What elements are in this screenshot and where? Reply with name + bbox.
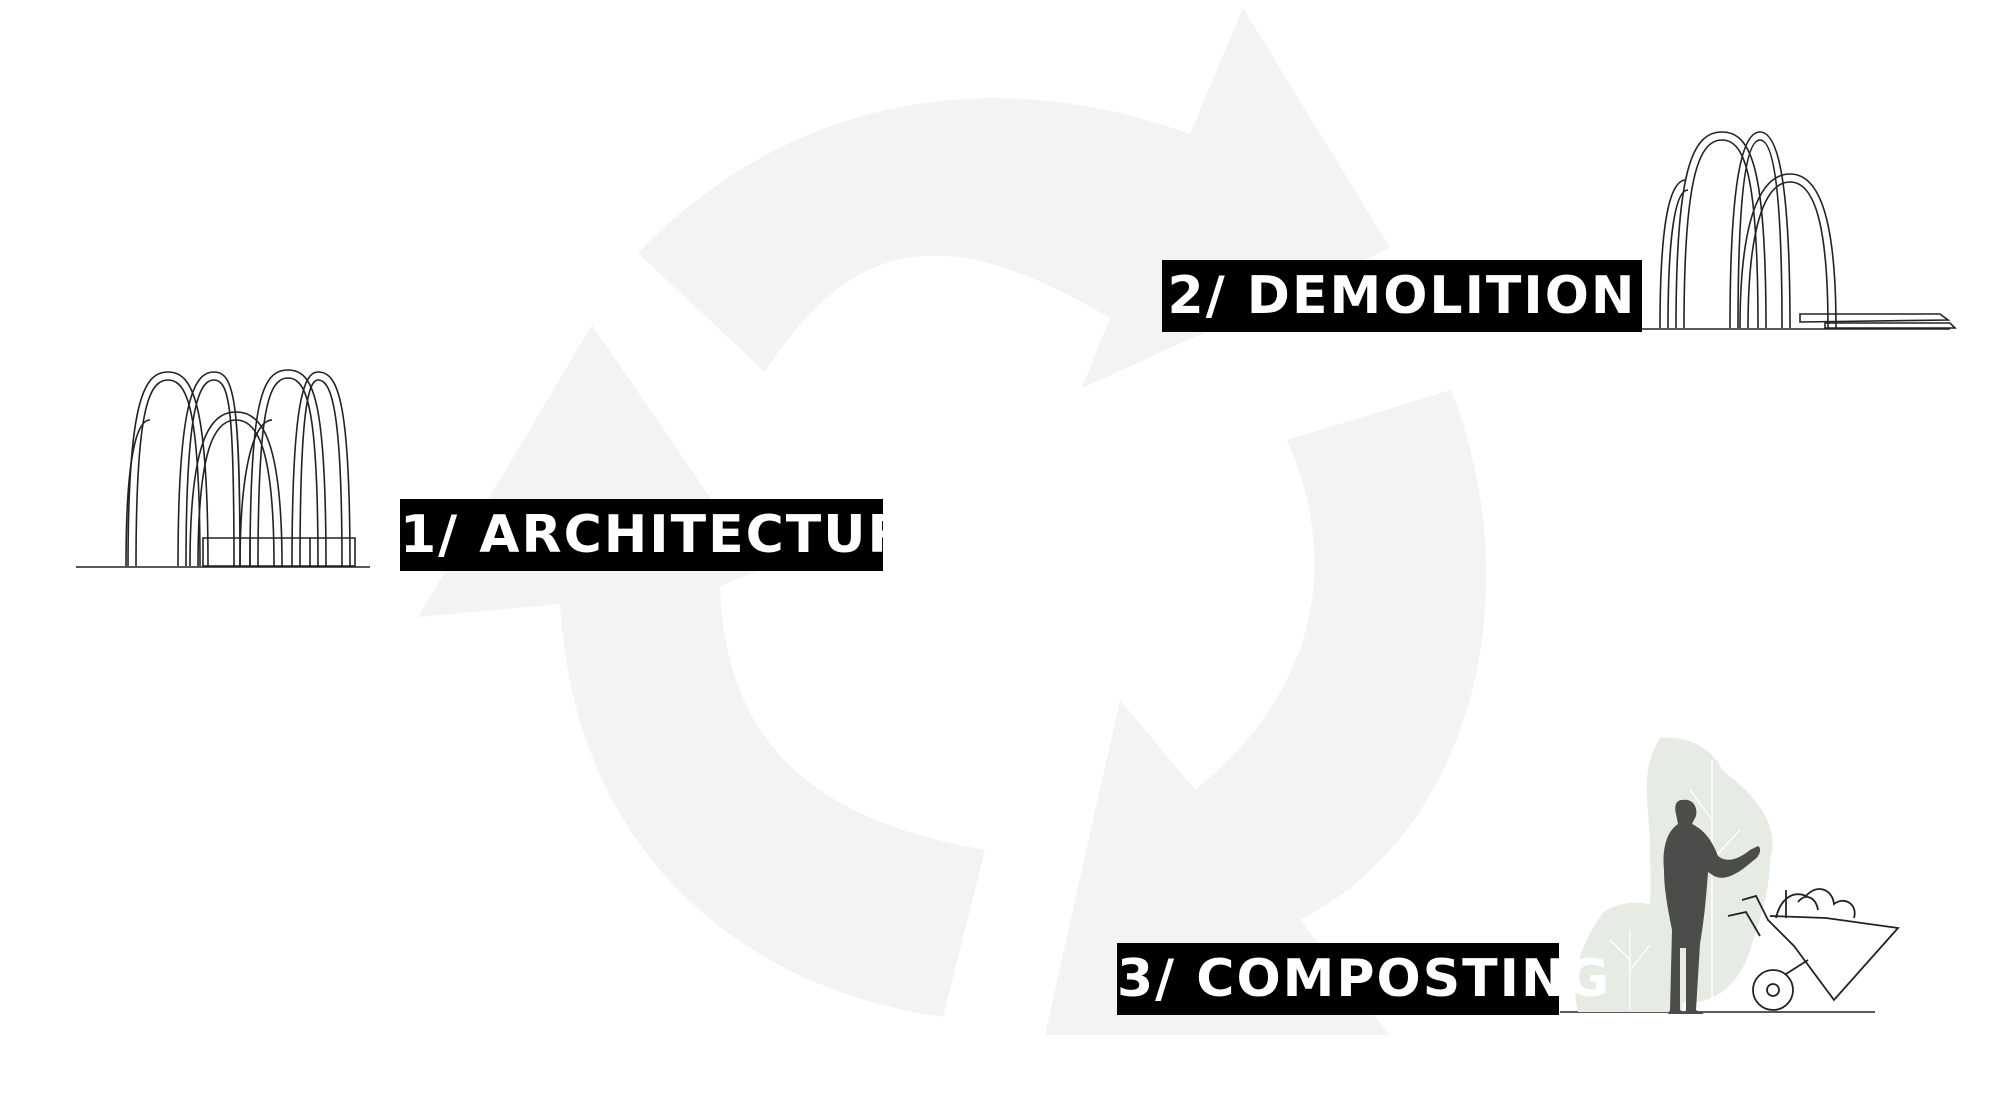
cycle-diagram — [76, 8, 1957, 1035]
dismantled-arches-icon — [1638, 131, 1957, 330]
arrow-composting-to-architecture — [418, 325, 985, 1017]
step-label-demolition: 2/ DEMOLITION — [1162, 260, 1642, 332]
arrow-demolition-to-composting — [1045, 390, 1487, 1035]
step-label-architecture: 1/ ARCHITECTURE — [400, 499, 945, 571]
step-label-composting: 3/ COMPOSTING — [1117, 943, 1609, 1015]
arched-pavilion-icon — [76, 369, 370, 568]
